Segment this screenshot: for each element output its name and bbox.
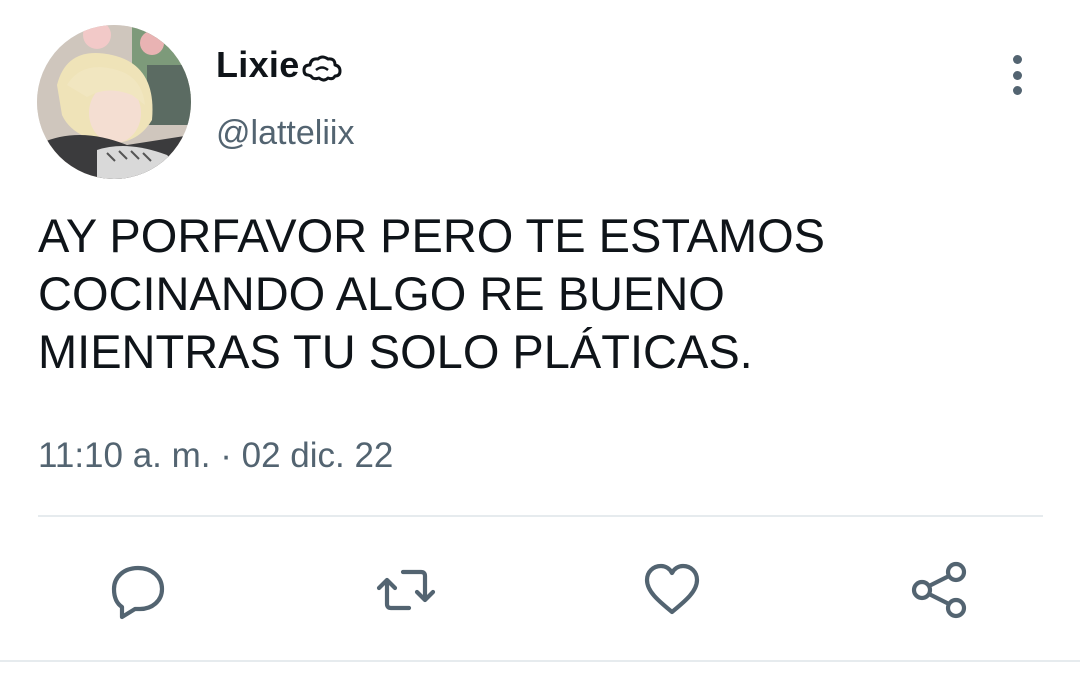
retweet-icon[interactable] xyxy=(376,560,436,620)
user-handle[interactable]: @latteliix xyxy=(216,114,354,153)
more-dot xyxy=(1012,86,1022,95)
more-dot xyxy=(1012,70,1022,80)
cloud-emoji-icon xyxy=(302,50,342,82)
display-name[interactable]: Lixie xyxy=(216,44,342,86)
divider xyxy=(38,515,1043,517)
tweet-text-line: AY PORFAVOR PERO TE ESTAMOS xyxy=(38,209,825,262)
display-name-text: Lixie xyxy=(216,44,300,85)
avatar-photo xyxy=(37,25,191,179)
reply-icon[interactable] xyxy=(108,560,168,620)
more-dot xyxy=(1012,55,1022,64)
avatar[interactable] xyxy=(37,25,191,179)
tweet-timestamp[interactable]: 11:10 a. m. · 02 dic. 22 xyxy=(38,436,393,476)
tweet-text: AY PORFAVOR PERO TE ESTAMOS COCINANDO AL… xyxy=(38,207,1038,381)
share-icon[interactable] xyxy=(910,560,970,620)
tweet-text-line: COCINANDO ALGO RE BUENO xyxy=(38,267,725,320)
more-options-icon[interactable] xyxy=(1001,55,1033,95)
like-icon[interactable] xyxy=(642,560,702,620)
tweet-text-line: MIENTRAS TU SOLO PLÁTICAS. xyxy=(38,325,753,378)
bottom-divider xyxy=(0,660,1080,662)
